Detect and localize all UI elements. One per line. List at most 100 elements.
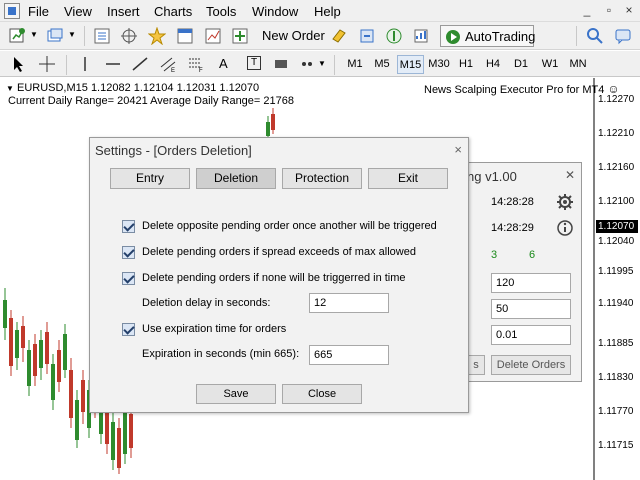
price-tick-label: 1.11940 <box>598 298 634 309</box>
menu-insert[interactable]: Insert <box>107 4 140 19</box>
search-icon[interactable] <box>586 27 604 45</box>
expiration-input[interactable]: 665 <box>309 345 389 365</box>
price-tick-label: 1.12160 <box>598 162 635 173</box>
timeframe-d1[interactable]: D1 <box>509 55 533 74</box>
menu-tools[interactable]: Tools <box>206 4 236 19</box>
crosshair-navigator-icon[interactable] <box>120 27 138 45</box>
candle-body <box>51 364 55 400</box>
timeframe-mn[interactable]: MN <box>565 55 591 74</box>
chat-icon[interactable] <box>614 27 632 45</box>
executor-field-2[interactable]: 50 <box>491 299 571 319</box>
candle-body <box>111 422 115 460</box>
tab-deletion[interactable]: Deletion <box>196 168 276 189</box>
option-delete-none-triggered[interactable]: Delete pending orders if none will be tr… <box>122 271 462 287</box>
rectangle-tool-icon[interactable] <box>272 55 290 73</box>
menu-charts[interactable]: Charts <box>154 4 192 19</box>
restore-icon[interactable]: ▫ <box>602 3 616 17</box>
buy-count: 3 <box>491 249 498 261</box>
deletion-delay-label: Deletion delay in seconds: <box>142 297 271 309</box>
timeframe-m1[interactable]: M1 <box>342 55 368 74</box>
settings-dialog: Settings - [Orders Deletion] × Entry Del… <box>89 137 469 413</box>
terminal-icon[interactable] <box>176 27 194 45</box>
new-chart-icon[interactable] <box>8 27 26 45</box>
checkbox-checked[interactable] <box>122 220 135 233</box>
executor-title: ng v1.00 <box>467 169 517 184</box>
tab-exit[interactable]: Exit <box>368 168 448 189</box>
candle-body <box>33 344 37 376</box>
experts-icon[interactable] <box>358 27 376 45</box>
tab-protection[interactable]: Protection <box>282 168 362 189</box>
close-button[interactable]: Close <box>282 384 362 404</box>
dropdown-arrow-icon[interactable]: ▼ <box>318 59 326 68</box>
settings-title: Settings - [Orders Deletion] <box>95 143 252 158</box>
market-icon[interactable] <box>412 27 430 45</box>
checkbox-checked[interactable] <box>122 272 135 285</box>
price-tick-label: 1.11715 <box>598 440 634 451</box>
label-tool-icon[interactable]: T <box>247 56 261 70</box>
timeframe-h1[interactable]: H1 <box>454 55 478 74</box>
dropdown-arrow-icon[interactable]: ▼ <box>68 30 76 39</box>
dropdown-arrow-icon[interactable]: ▼ <box>30 30 38 39</box>
option-use-expiration[interactable]: Use expiration time for orders <box>122 322 462 338</box>
signals-icon[interactable] <box>385 27 403 45</box>
delete-orders-button[interactable]: Delete Orders <box>491 355 571 375</box>
text-tool-icon[interactable]: A <box>219 56 228 71</box>
trendline-icon[interactable] <box>131 55 149 73</box>
info-icon[interactable] <box>556 219 574 237</box>
candle-body <box>271 114 275 130</box>
equidistant-channel-icon[interactable]: E <box>159 55 177 73</box>
collapse-arrow-icon[interactable]: ▼ <box>6 84 14 93</box>
menu-help[interactable]: Help <box>314 4 341 19</box>
metaeditor-icon[interactable] <box>330 27 348 45</box>
timeframe-w1[interactable]: W1 <box>537 55 563 74</box>
timeframe-h4[interactable]: H4 <box>481 55 505 74</box>
strategy-tester-icon[interactable] <box>204 27 222 45</box>
menu-window[interactable]: Window <box>252 4 298 19</box>
candle-body <box>21 326 25 348</box>
new-order-button[interactable]: New Order <box>238 25 331 47</box>
close-icon[interactable]: × <box>622 3 636 17</box>
deletion-delay-input[interactable]: 12 <box>309 293 389 313</box>
executor-field-3[interactable]: 0.01 <box>491 325 571 345</box>
favorites-star-icon[interactable] <box>148 27 166 45</box>
menu-file[interactable]: File <box>28 4 49 19</box>
candle-body <box>39 340 43 368</box>
tab-entry[interactable]: Entry <box>110 168 190 189</box>
executor-left-button[interactable]: s <box>467 355 485 375</box>
minimize-icon[interactable]: _ <box>580 3 594 17</box>
candle-body <box>123 410 127 454</box>
option-delete-opposite[interactable]: Delete opposite pending order once anoth… <box>122 219 462 235</box>
fibonacci-icon[interactable]: F <box>187 55 205 73</box>
timeframe-m30[interactable]: M30 <box>425 55 453 74</box>
option-label: Delete pending orders if spread exceeds … <box>142 246 416 258</box>
option-delete-spread[interactable]: Delete pending orders if spread exceeds … <box>122 245 462 261</box>
price-tick-label: 1.11830 <box>598 372 634 383</box>
gear-icon[interactable] <box>556 193 574 211</box>
crosshair-icon[interactable] <box>38 55 56 73</box>
autotrading-button[interactable]: AutoTrading <box>440 25 535 47</box>
toolbar-separator <box>576 26 577 46</box>
candle-body <box>81 380 85 412</box>
price-tick-label: 1.11770 <box>598 406 634 417</box>
checkbox-checked[interactable] <box>122 246 135 259</box>
timeframe-m5[interactable]: M5 <box>369 55 395 74</box>
shapes-icon[interactable] <box>298 55 316 73</box>
menu-view[interactable]: View <box>64 4 92 19</box>
sell-count: 6 <box>529 249 536 261</box>
option-label: Delete opposite pending order once anoth… <box>142 220 437 232</box>
price-tick-label: 1.12270 <box>598 94 635 105</box>
timeframe-m15[interactable]: M15 <box>397 55 424 74</box>
cursor-icon[interactable] <box>10 55 28 73</box>
toolbar-separator <box>84 26 85 46</box>
settings-close-icon[interactable]: × <box>454 142 462 157</box>
new-order-label: New Order <box>262 28 325 43</box>
executor-close-icon[interactable]: ✕ <box>565 168 575 182</box>
profiles-icon[interactable] <box>46 27 64 45</box>
vertical-line-icon[interactable] <box>76 55 94 73</box>
candle-body <box>3 300 7 328</box>
checkbox-checked[interactable] <box>122 323 135 336</box>
save-button[interactable]: Save <box>196 384 276 404</box>
horizontal-line-icon[interactable] <box>104 55 122 73</box>
market-watch-icon[interactable] <box>93 27 111 45</box>
executor-field-1[interactable]: 120 <box>491 273 571 293</box>
